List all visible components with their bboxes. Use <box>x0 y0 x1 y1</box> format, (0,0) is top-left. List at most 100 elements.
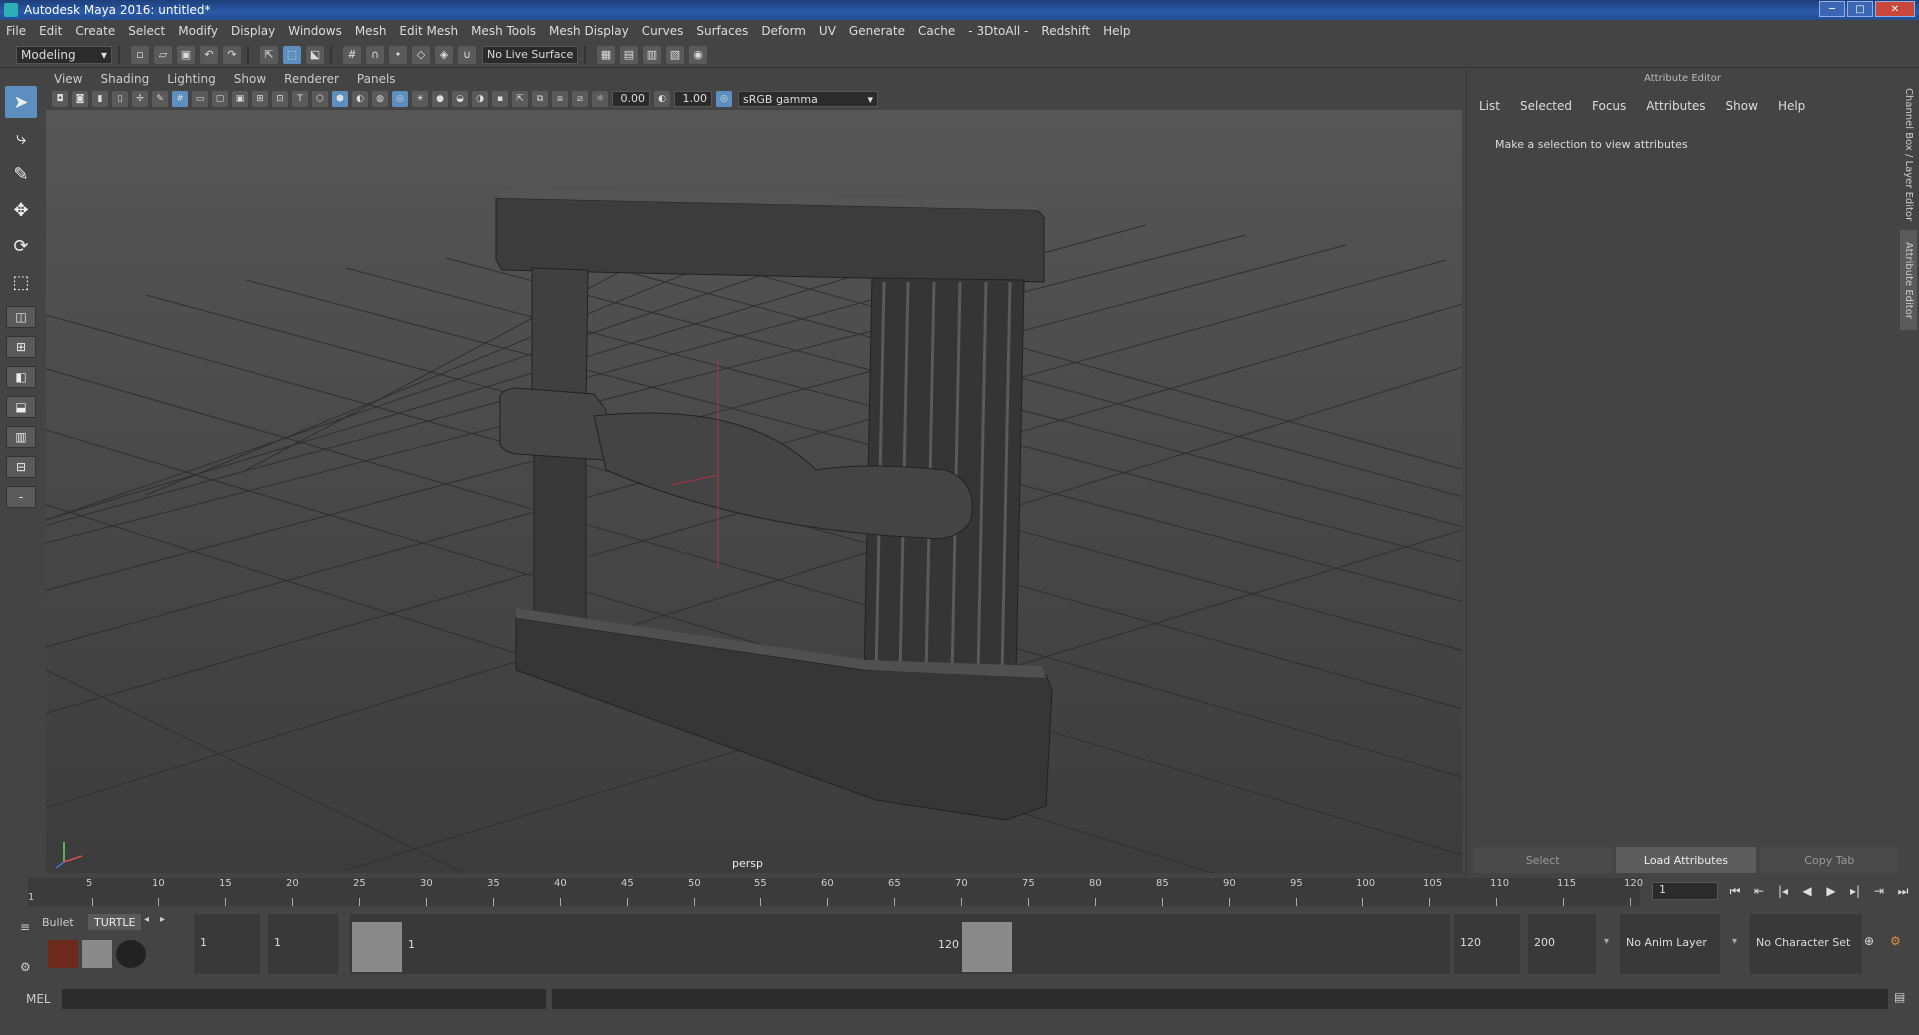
wireframe-on-shaded-icon[interactable]: ◐ <box>352 91 368 107</box>
menu-deform[interactable]: Deform <box>761 24 806 38</box>
playback-end-field[interactable]: 120 <box>1454 914 1520 974</box>
menu-help[interactable]: Help <box>1103 24 1130 38</box>
menu-display[interactable]: Display <box>231 24 275 38</box>
outliner-layout-icon[interactable]: ⊟ <box>6 456 36 478</box>
select-hierarchy-icon[interactable]: ⇱ <box>260 45 278 64</box>
menu-set-dropdown[interactable]: Modeling ▾ <box>16 45 112 64</box>
camera-select-icon[interactable]: ◘ <box>52 91 68 107</box>
render-settings-icon[interactable]: ▧ <box>666 45 684 64</box>
menu-3dtoall[interactable]: - 3DtoAll - <box>968 24 1028 38</box>
ipr-render-icon[interactable]: ▥ <box>643 45 661 64</box>
maximize-button[interactable]: □ <box>1847 1 1873 17</box>
shelf-fire-icon[interactable] <box>48 940 78 968</box>
single-perspective-layout-icon[interactable]: ◫ <box>6 306 36 328</box>
color-management-icon[interactable]: ◎ <box>716 91 732 107</box>
menu-create[interactable]: Create <box>75 24 115 38</box>
go-to-start-icon[interactable]: ⏮ <box>1726 882 1744 900</box>
redo-icon[interactable]: ↷ <box>223 45 241 64</box>
grid-icon[interactable]: # <box>172 91 188 107</box>
panel-menu-shading[interactable]: Shading <box>100 72 149 86</box>
render-view-icon[interactable]: ▦ <box>597 45 615 64</box>
menu-uv[interactable]: UV <box>819 24 836 38</box>
menu-generate[interactable]: Generate <box>849 24 905 38</box>
attr-menu-attributes[interactable]: Attributes <box>1646 99 1705 113</box>
safe-action-icon[interactable]: ⊡ <box>272 91 288 107</box>
hypershade-layout-icon[interactable]: ▥ <box>6 426 36 448</box>
open-scene-icon[interactable]: ▱ <box>154 45 172 64</box>
step-forward-frame-icon[interactable]: ▸| <box>1846 882 1864 900</box>
select-component-icon[interactable]: ⬕ <box>306 45 324 64</box>
tab-attribute-editor[interactable]: Attribute Editor <box>1900 230 1917 330</box>
snap-view-icon[interactable]: ◇ <box>412 45 430 64</box>
menu-cache[interactable]: Cache <box>918 24 955 38</box>
end-time-field[interactable]: 200 <box>1528 914 1596 974</box>
menu-surfaces[interactable]: Surfaces <box>696 24 748 38</box>
menu-modify[interactable]: Modify <box>178 24 218 38</box>
load-attributes-button[interactable]: Load Attributes <box>1616 847 1756 873</box>
close-button[interactable]: ✕ <box>1875 1 1915 17</box>
shelf-settings-icon[interactable]: ⚙ <box>20 960 31 974</box>
menu-redshift[interactable]: Redshift <box>1041 24 1090 38</box>
safe-title-icon[interactable]: T <box>292 91 308 107</box>
menu-mesh-tools[interactable]: Mesh Tools <box>471 24 536 38</box>
panel-menu-panels[interactable]: Panels <box>357 72 396 86</box>
exposure-field[interactable]: 0.00 <box>612 91 650 107</box>
script-editor-icon[interactable]: ▤ <box>1894 990 1905 1004</box>
camera-attributes-icon[interactable]: ◙ <box>72 91 88 107</box>
exposure-icon[interactable]: ☼ <box>592 91 608 107</box>
time-ruler[interactable]: 1 5 10 15 20 25 30 35 40 45 50 55 60 65 70 75 80 85 90 95 1… <box>28 878 1643 906</box>
panel-menu-renderer[interactable]: Renderer <box>284 72 339 86</box>
isolate-select-icon[interactable]: ⇱ <box>512 91 528 107</box>
perspective-viewport[interactable]: persp <box>46 110 1462 873</box>
chevron-down-icon[interactable]: ▾ <box>1732 936 1737 947</box>
scale-tool-icon[interactable]: ⬚ <box>5 266 37 298</box>
gamma-field[interactable]: 1.00 <box>674 91 712 107</box>
shadows-icon[interactable]: ☀ <box>412 91 428 107</box>
step-back-key-icon[interactable]: ⇤ <box>1750 882 1768 900</box>
shelf-render-icon[interactable] <box>82 940 112 968</box>
menu-select[interactable]: Select <box>128 24 165 38</box>
select-tool-icon[interactable]: ➤ <box>5 86 37 118</box>
lasso-tool-icon[interactable]: ⤷ <box>5 122 37 154</box>
attr-menu-show[interactable]: Show <box>1726 99 1758 113</box>
attr-menu-focus[interactable]: Focus <box>1592 99 1626 113</box>
bookmark-icon[interactable]: ▮ <box>92 91 108 107</box>
step-back-frame-icon[interactable]: |◂ <box>1774 882 1792 900</box>
command-language-label[interactable]: MEL <box>26 992 51 1006</box>
menu-mesh-display[interactable]: Mesh Display <box>549 24 629 38</box>
save-scene-icon[interactable]: ▣ <box>177 45 195 64</box>
menu-file[interactable]: File <box>6 24 26 38</box>
collapse-layouts-icon[interactable]: - <box>6 486 36 508</box>
tab-channel-box[interactable]: Channel Box / Layer Editor <box>1900 80 1917 230</box>
anim-layer-dropdown[interactable]: No Anim Layer <box>1620 914 1720 974</box>
animation-preferences-icon[interactable]: ⚙ <box>1890 934 1901 948</box>
menu-edit[interactable]: Edit <box>39 24 62 38</box>
attr-menu-selected[interactable]: Selected <box>1520 99 1572 113</box>
panel-menu-show[interactable]: Show <box>234 72 266 86</box>
command-input[interactable] <box>62 989 546 1009</box>
model-mesh[interactable] <box>495 188 1053 821</box>
shelf-scroll-left-icon[interactable]: ◂ <box>144 914 149 925</box>
shelf-scroll-right-icon[interactable]: ▸ <box>160 914 165 925</box>
paint-select-tool-icon[interactable]: ✎ <box>5 158 37 190</box>
xray-joints-icon[interactable]: ⧈ <box>552 91 568 107</box>
range-start-handle[interactable] <box>352 922 402 972</box>
ambient-occlusion-icon[interactable]: ● <box>432 91 448 107</box>
use-all-lights-icon[interactable]: ◎ <box>392 91 408 107</box>
four-view-layout-icon[interactable]: ⊞ <box>6 336 36 358</box>
depth-of-field-icon[interactable]: ▪ <box>492 91 508 107</box>
minimize-button[interactable]: ─ <box>1819 1 1845 17</box>
snap-curve-icon[interactable]: ∩ <box>366 45 384 64</box>
magnet-icon[interactable]: ∪ <box>458 45 476 64</box>
gate-mask-icon[interactable]: ▣ <box>232 91 248 107</box>
image-plane-icon[interactable]: ▯ <box>112 91 128 107</box>
range-end-handle[interactable] <box>962 922 1012 972</box>
live-surface-field[interactable]: No Live Surface <box>482 45 578 64</box>
persp-outliner-layout-icon[interactable]: ◧ <box>6 366 36 388</box>
field-chart-icon[interactable]: ⊞ <box>252 91 268 107</box>
character-set-dropdown[interactable]: No Character Set <box>1750 914 1862 974</box>
menu-edit-mesh[interactable]: Edit Mesh <box>399 24 458 38</box>
wireframe-icon[interactable]: ⬡ <box>312 91 328 107</box>
xray-active-icon[interactable]: ⧄ <box>572 91 588 107</box>
current-frame-field[interactable]: 1 <box>1652 882 1718 900</box>
